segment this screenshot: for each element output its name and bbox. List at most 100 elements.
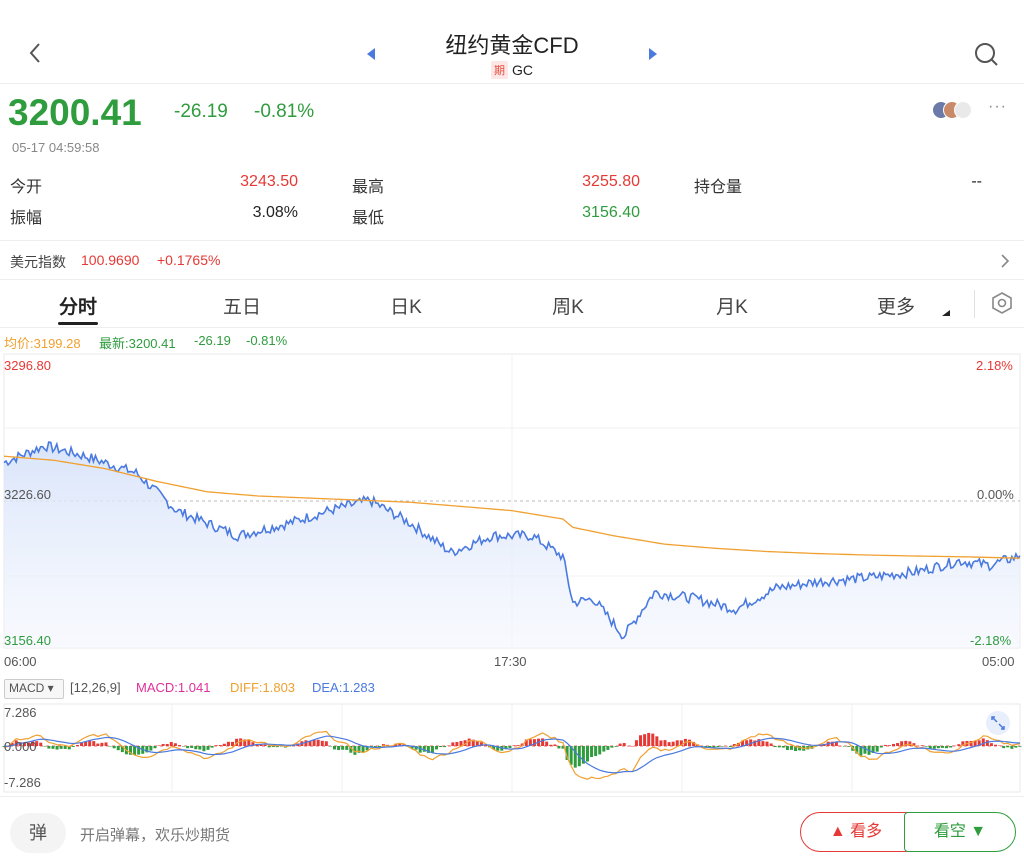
- macd-histogram-bar: [210, 746, 214, 748]
- pct-axis-mid-label: 0.00%: [977, 487, 1014, 502]
- macd-histogram-bar: [1018, 746, 1022, 747]
- macd-histogram-bar: [190, 746, 194, 748]
- tab-intraday[interactable]: 分时: [38, 292, 118, 319]
- watcher-avatars[interactable]: [932, 101, 984, 121]
- intraday-price-chart[interactable]: [0, 352, 1024, 652]
- macd-histogram-bar: [263, 744, 267, 746]
- macd-histogram-bar: [953, 745, 957, 747]
- danmu-toggle-button[interactable]: 弹: [10, 813, 66, 853]
- macd-histogram-bar: [989, 743, 993, 746]
- macd-histogram-bar: [157, 745, 161, 746]
- macd-histogram-bar: [439, 746, 443, 747]
- amplitude-label: 振幅: [10, 210, 43, 227]
- macd-histogram-bar: [790, 746, 794, 750]
- next-contract-arrow-icon[interactable]: [646, 46, 660, 62]
- open-label: 今开: [10, 179, 43, 196]
- macd-histogram-bar: [598, 746, 602, 755]
- macd-histogram-bar: [998, 745, 1002, 746]
- macd-histogram-bar: [724, 745, 728, 747]
- macd-histogram-bar: [75, 744, 79, 746]
- macd-histogram-bar: [924, 746, 928, 747]
- chevron-right-icon: [1001, 254, 1010, 268]
- macd-histogram-bar: [716, 746, 720, 748]
- last-price: 3200.41: [8, 92, 142, 133]
- macd-histogram-bar: [112, 746, 116, 749]
- settings-icon[interactable]: [990, 291, 1014, 315]
- macd-histogram-bar: [781, 746, 785, 748]
- price-change: -26.19: [174, 101, 228, 122]
- macd-histogram-bar: [847, 746, 851, 747]
- amplitude-value: 3.08%: [252, 204, 298, 221]
- macd-histogram-bar: [761, 741, 765, 746]
- tab-weekly-k[interactable]: 周K: [528, 292, 608, 319]
- macd-y-mid-label: 0.000: [4, 739, 37, 754]
- macd-histogram-bar: [508, 746, 512, 749]
- bearish-arrow-icon: ▼: [965, 823, 987, 840]
- x-axis-end-label: 05:00: [982, 654, 1015, 669]
- macd-histogram-bar: [108, 746, 112, 747]
- macd-histogram-bar: [671, 741, 675, 746]
- macd-histogram-bar: [328, 746, 332, 747]
- macd-histogram-bar: [634, 740, 638, 746]
- macd-histogram-bar: [80, 742, 84, 746]
- x-axis-start-label: 06:00: [4, 654, 37, 669]
- macd-histogram-bar: [222, 743, 226, 746]
- dropdown-triangle-icon: [942, 310, 950, 316]
- change-legend: -26.19: [194, 333, 231, 348]
- macd-y-bottom-label: -7.286: [4, 775, 41, 790]
- macd-chart[interactable]: [0, 702, 1024, 794]
- y-axis-bottom-label: 3156.40: [4, 633, 51, 648]
- more-options-icon[interactable]: ···: [988, 98, 1007, 116]
- macd-y-top-label: 7.286: [4, 705, 37, 720]
- macd-histogram-bar: [198, 746, 202, 750]
- macd-histogram-bar: [932, 746, 936, 749]
- macd-histogram-bar: [945, 746, 949, 749]
- macd-histogram-bar: [51, 746, 55, 749]
- dollar-index-row[interactable]: 美元指数 100.9690 +0.1765%: [0, 240, 1024, 280]
- macd-histogram-bar: [728, 746, 732, 747]
- macd-histogram-bar: [553, 744, 557, 746]
- bearish-button[interactable]: 看空 ▼: [904, 812, 1016, 852]
- macd-histogram-bar: [590, 746, 594, 758]
- indicator-selector[interactable]: MACD ▾: [4, 679, 64, 699]
- macd-histogram-bar: [88, 741, 92, 746]
- macd-histogram-bar: [182, 746, 186, 747]
- bullish-button[interactable]: ▲ 看多: [800, 812, 912, 852]
- high-label: 最高: [352, 179, 385, 196]
- macd-histogram-bar: [345, 746, 349, 750]
- bullish-label: 看多: [850, 823, 883, 840]
- macd-histogram-bar: [55, 746, 59, 750]
- macd-histogram-bar: [177, 745, 181, 746]
- pct-axis-bottom-label: -2.18%: [970, 633, 1012, 648]
- index-name: 美元指数: [10, 254, 66, 270]
- macd-histogram-bar: [687, 739, 691, 746]
- macd-histogram-bar: [218, 745, 222, 746]
- macd-histogram-bar: [920, 745, 924, 746]
- macd-histogram-bar: [994, 744, 998, 746]
- danmu-prompt-text[interactable]: 开启弹幕，欢乐炒期货: [80, 824, 230, 845]
- tab-monthly-k[interactable]: 月K: [692, 292, 772, 319]
- macd-histogram-bar: [883, 744, 887, 746]
- tab-more[interactable]: 更多: [856, 292, 936, 319]
- macd-histogram-bar: [63, 746, 67, 749]
- index-value: 100.9690: [81, 252, 140, 268]
- search-icon[interactable]: [972, 40, 1000, 68]
- macd-histogram-bar: [149, 746, 153, 751]
- macd-histogram-bar: [230, 741, 234, 746]
- tab-daily-k[interactable]: 日K: [366, 292, 446, 319]
- macd-histogram-bar: [71, 746, 75, 747]
- macd-histogram-bar: [1014, 746, 1018, 748]
- page-title: 纽约黄金CFD: [445, 33, 579, 58]
- macd-histogram-bar: [202, 746, 206, 752]
- macd-histogram-bar: [377, 746, 381, 747]
- active-tab-indicator: [58, 322, 98, 325]
- macd-histogram-bar: [879, 746, 883, 748]
- macd-histogram-bar: [324, 741, 328, 746]
- macd-histogram-bar: [557, 746, 561, 749]
- macd-value: MACD:1.041: [136, 680, 211, 695]
- macd-histogram-bar: [92, 741, 96, 746]
- tab-five-day[interactable]: 五日: [202, 292, 282, 319]
- expand-icon[interactable]: [986, 711, 1010, 735]
- contract-symbol: GC: [512, 62, 533, 78]
- macd-histogram-bar: [896, 743, 900, 746]
